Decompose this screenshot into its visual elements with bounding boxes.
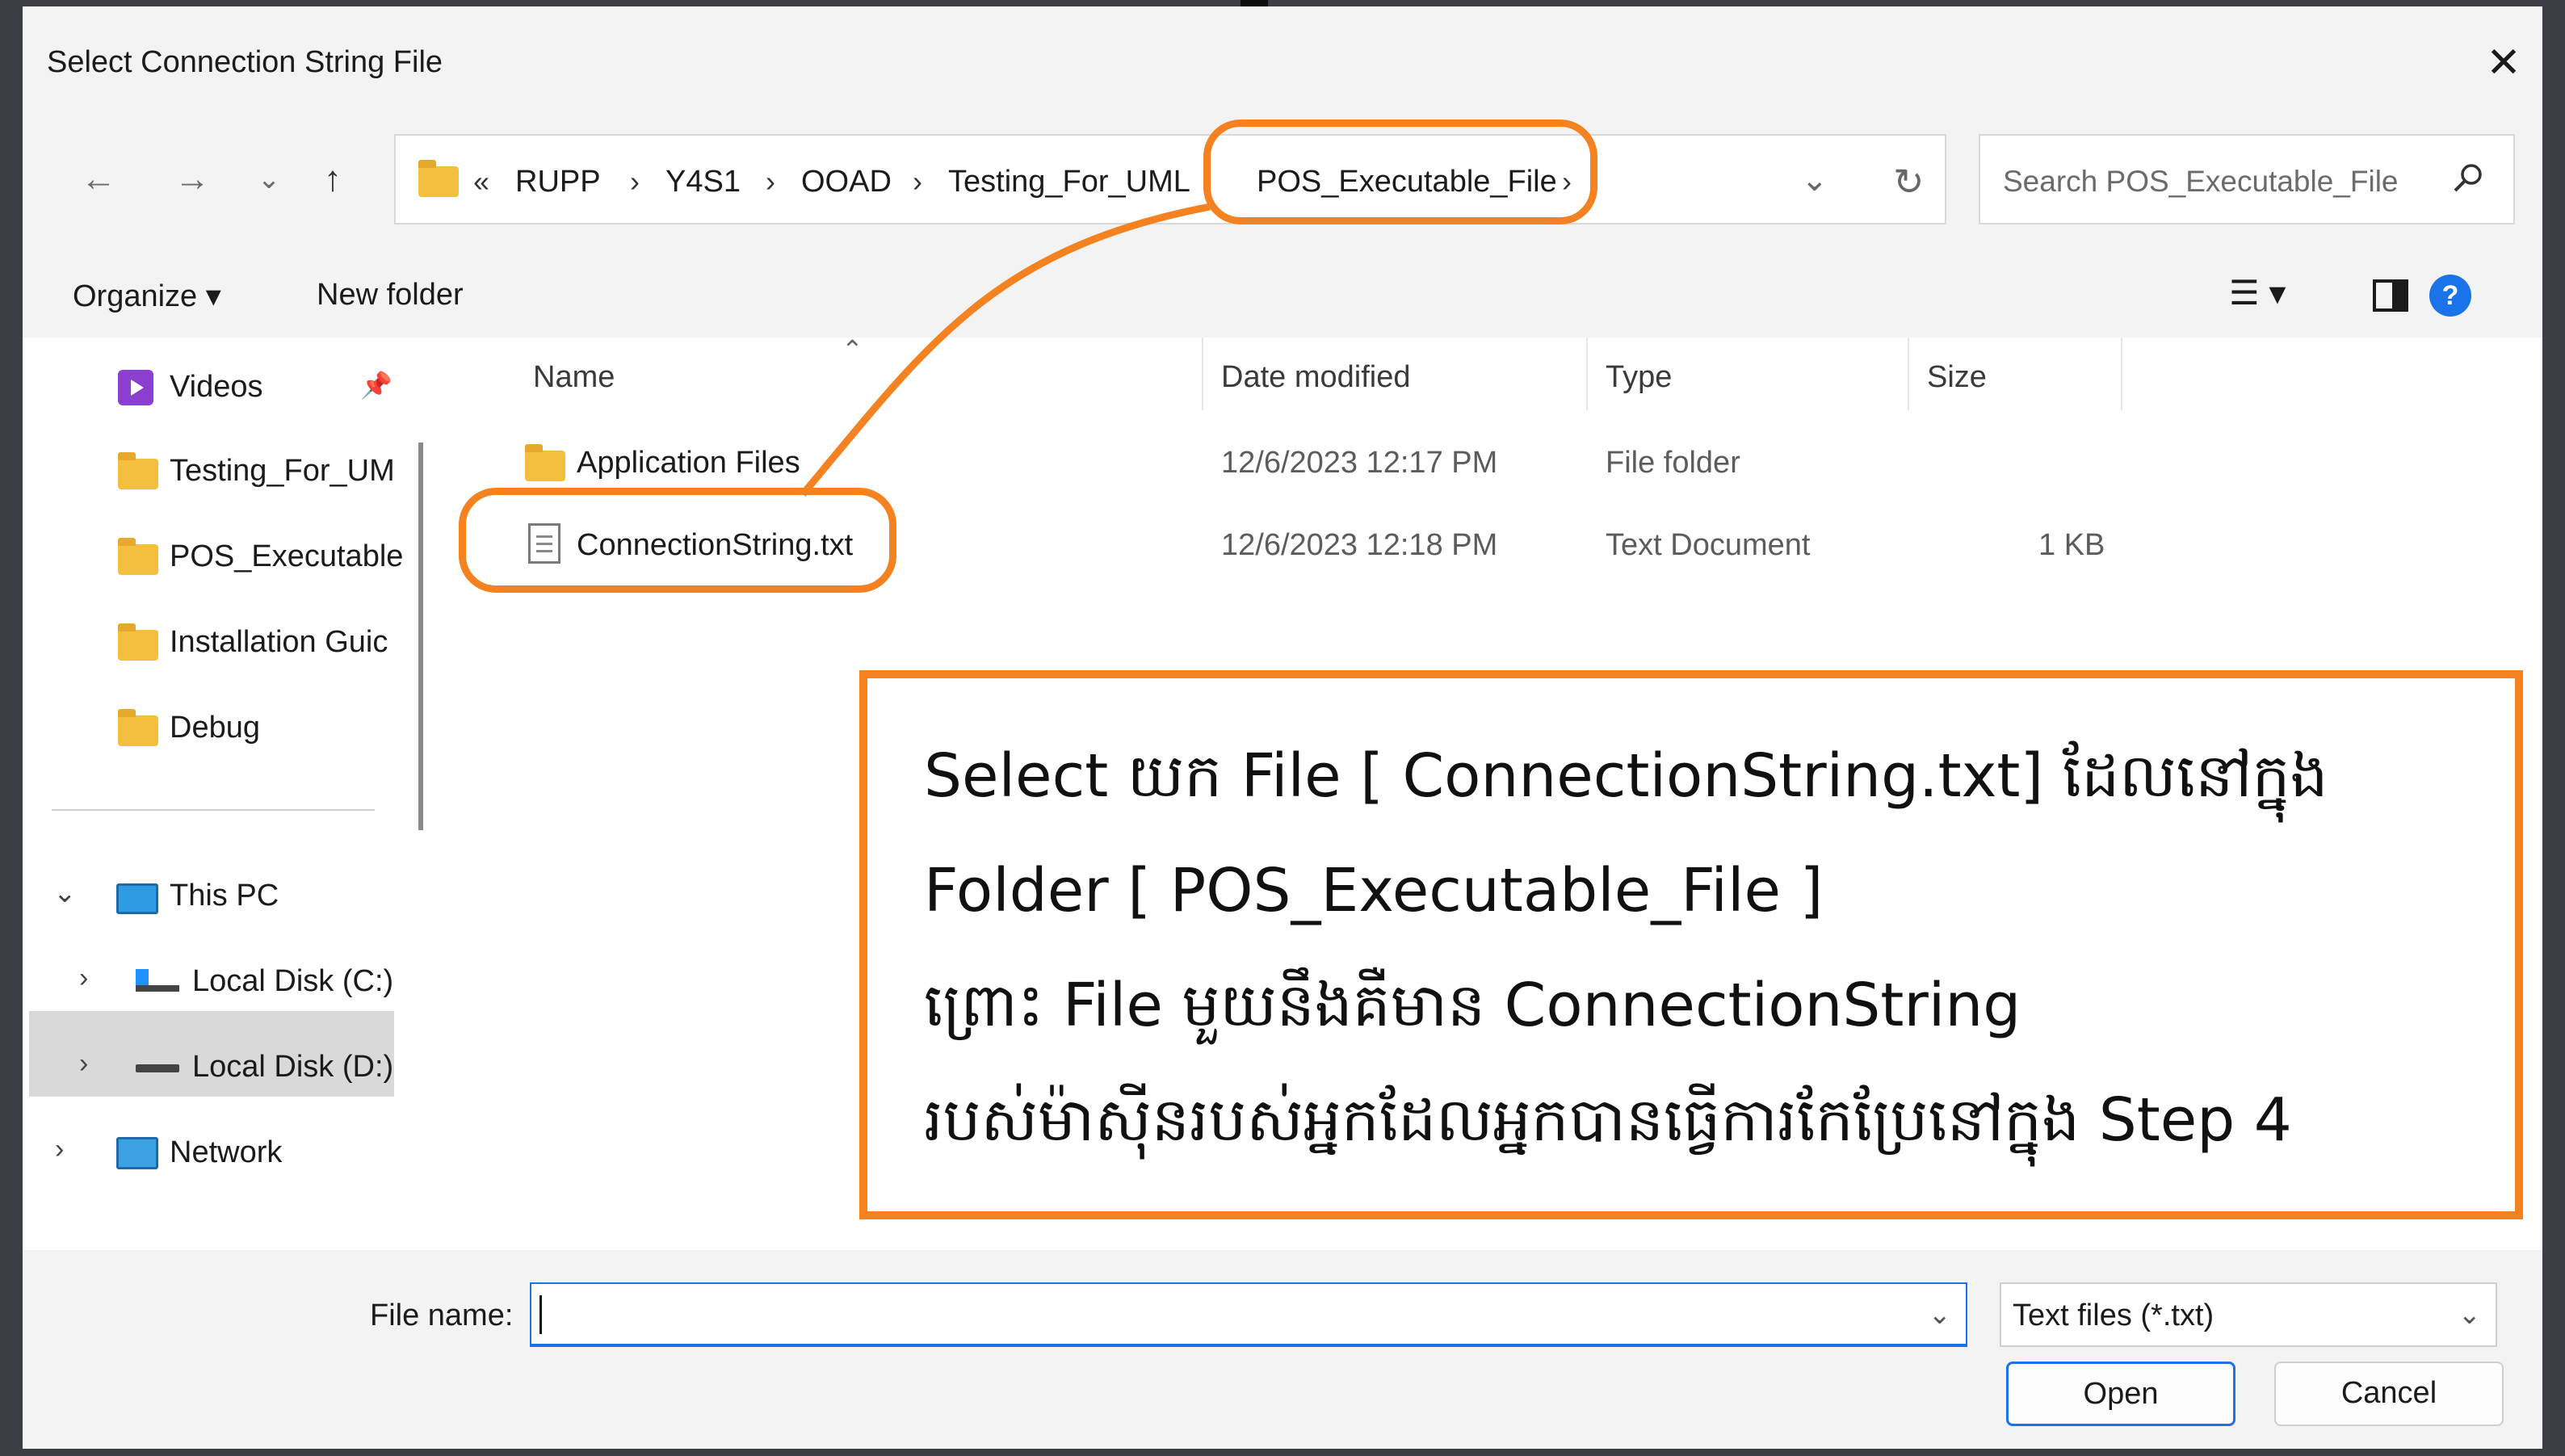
dialog-footer: File name: ⌄ Text files (*.txt) ⌄ Open C…: [23, 1250, 2542, 1449]
chevron-down-icon[interactable]: ⌄: [1801, 162, 1828, 199]
file-name-input[interactable]: ⌄: [530, 1282, 1967, 1347]
address-bar[interactable]: « RUPP › Y4S1 › OOAD › Testing_For_UML P…: [394, 134, 1946, 224]
sidebar-item-network[interactable]: Network: [170, 1135, 412, 1170]
close-icon[interactable]: ✕: [2479, 39, 2528, 87]
chevron-right-icon[interactable]: ›: [55, 1134, 64, 1165]
chevron-down-icon[interactable]: ⌄: [1929, 1299, 1952, 1331]
divider: [52, 809, 375, 811]
sidebar-item-videos[interactable]: Videos: [170, 370, 347, 405]
file-date: 12/6/2023 12:18 PM: [1221, 528, 1498, 562]
instruction-line-2: Folder [ POS_Executable_File ]: [924, 856, 1824, 925]
breadcrumb-ooad[interactable]: OOAD: [801, 165, 892, 199]
instruction-line-1: Select យក File [ ConnectionString.txt] ដ…: [924, 741, 2328, 811]
search-input[interactable]: Search POS_Executable_File: [2003, 165, 2399, 199]
sidebar-item-pos-executable[interactable]: POS_Executable: [170, 539, 418, 574]
folder-icon: [418, 160, 459, 197]
file-open-dialog: Select Connection String File ✕ ← → ⌄ ↑ …: [23, 6, 2542, 1449]
drive-d-icon: [136, 1064, 179, 1072]
chevron-down-icon[interactable]: ⌄: [53, 877, 77, 909]
sidebar-item-local-disk-c[interactable]: Local Disk (C:): [192, 964, 418, 999]
file-type-select[interactable]: Text files (*.txt) ⌄: [2000, 1282, 2497, 1347]
cancel-button[interactable]: Cancel: [2274, 1362, 2504, 1426]
file-size: 1 KB: [2038, 528, 2105, 562]
open-button[interactable]: Open: [2006, 1362, 2235, 1426]
file-name: Application Files: [577, 446, 800, 480]
column-divider[interactable]: [2121, 338, 2122, 410]
sidebar-item-installation-guide[interactable]: Installation Guic: [170, 625, 418, 660]
file-date: 12/6/2023 12:17 PM: [1221, 446, 1498, 480]
chevron-down-icon[interactable]: ⌄: [249, 155, 289, 204]
breadcrumb-y4s1[interactable]: Y4S1: [665, 165, 741, 199]
file-type: Text Document: [1606, 528, 1811, 562]
command-bar: Organize ▾ New folder ☰ ▾ ?: [23, 252, 2542, 338]
column-header-name[interactable]: Name: [533, 360, 615, 395]
file-type-value: Text files (*.txt): [2013, 1299, 2214, 1332]
navigation-pane: Videos 📌 Testing_For_UM POS_Executable I…: [23, 338, 418, 1250]
instruction-line-4: របស់ម៉ាស៊ីនរបស់អ្នកដែលអ្នកបានធ្វើការកែប្…: [924, 1085, 2292, 1155]
sidebar-item-local-disk-d[interactable]: Local Disk (D:): [192, 1050, 418, 1085]
videos-icon: [118, 370, 153, 405]
this-pc-icon: [116, 883, 158, 914]
title-bar: Select Connection String File ✕: [23, 6, 2542, 102]
preview-pane-icon[interactable]: [2373, 279, 2408, 312]
sidebar-item-testing-for-uml[interactable]: Testing_For_UM: [170, 454, 418, 489]
folder-icon: [118, 538, 158, 575]
text-caret: [539, 1295, 542, 1334]
folder-icon: [118, 623, 158, 661]
view-list-icon[interactable]: ☰ ▾: [2229, 273, 2286, 313]
column-header-date-modified[interactable]: Date modified: [1221, 360, 1410, 395]
breadcrumb-overflow[interactable]: «: [473, 165, 489, 199]
chevron-down-icon[interactable]: ⌄: [2458, 1299, 2482, 1331]
column-header-size[interactable]: Size: [1927, 360, 1987, 395]
chevron-right-icon[interactable]: ›: [79, 1048, 88, 1080]
sort-ascending-icon[interactable]: ⌃: [842, 334, 863, 365]
new-folder-button[interactable]: New folder: [317, 278, 464, 313]
organize-button[interactable]: Organize ▾: [73, 278, 221, 314]
column-divider[interactable]: [1202, 338, 1203, 410]
search-icon[interactable]: [2450, 160, 2486, 195]
breadcrumb-testing-for-uml[interactable]: Testing_For_UML: [948, 165, 1190, 199]
search-box[interactable]: Search POS_Executable_File: [1979, 134, 2515, 224]
arrow-left-icon[interactable]: ←: [74, 155, 123, 204]
column-divider[interactable]: [1908, 338, 1909, 410]
folder-icon: [525, 444, 565, 481]
sidebar-item-this-pc[interactable]: This PC: [170, 879, 412, 913]
column-divider[interactable]: [1586, 338, 1588, 410]
arrow-up-icon[interactable]: ↑: [309, 155, 357, 204]
instruction-line-3: ព្រោះ File មួយនឹងគឺមាន ConnectionString: [924, 971, 2021, 1040]
folder-icon: [118, 709, 158, 746]
refresh-icon[interactable]: ↻: [1893, 160, 1925, 204]
chevron-right-icon: ›: [913, 165, 922, 198]
file-type: File folder: [1606, 446, 1740, 480]
arrow-right-icon[interactable]: →: [168, 155, 216, 204]
dialog-title: Select Connection String File: [47, 45, 443, 79]
pin-icon[interactable]: 📌: [360, 370, 393, 401]
network-icon: [116, 1137, 158, 1169]
highlight-folder-oval: [1203, 120, 1597, 224]
chevron-right-icon: ›: [766, 165, 775, 198]
folder-icon: [118, 452, 158, 489]
navigation-scrollbar[interactable]: [418, 443, 423, 830]
help-icon[interactable]: ?: [2429, 275, 2471, 317]
sidebar-item-debug[interactable]: Debug: [170, 711, 412, 745]
chevron-right-icon[interactable]: ›: [79, 963, 88, 994]
file-name-label: File name:: [370, 1299, 514, 1332]
chevron-right-icon: ›: [630, 165, 640, 198]
breadcrumb-rupp[interactable]: RUPP: [515, 165, 601, 199]
drive-c-icon: [136, 969, 179, 992]
instruction-callout: Select យក File [ ConnectionString.txt] ដ…: [859, 670, 2523, 1219]
column-header-type[interactable]: Type: [1606, 360, 1672, 395]
highlight-file-oval: [459, 488, 896, 593]
